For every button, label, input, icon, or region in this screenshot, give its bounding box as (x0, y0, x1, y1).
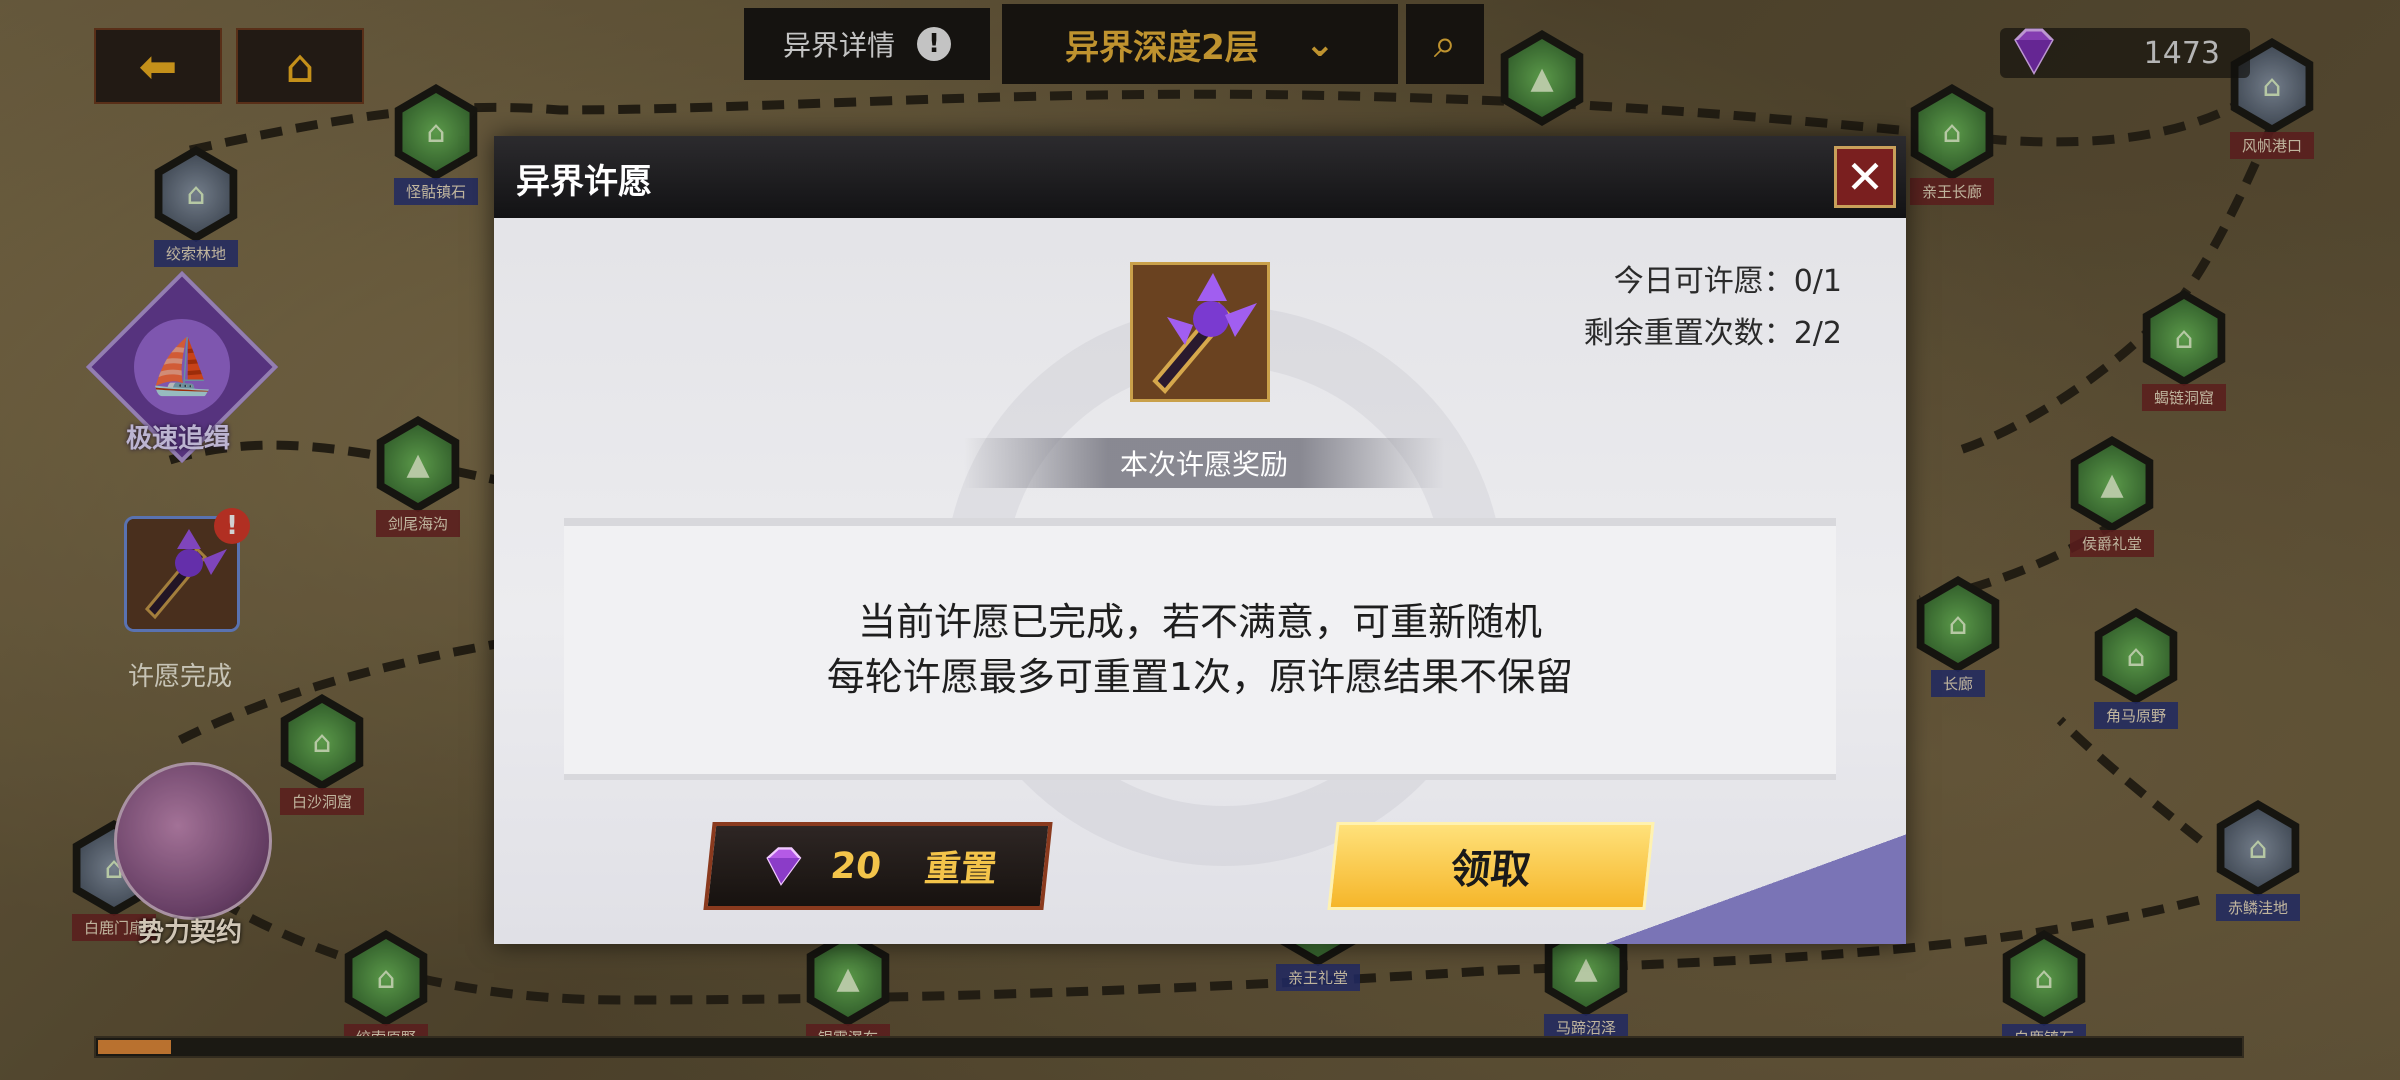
close-icon: ✕ (1845, 150, 1885, 204)
wish-dialog: 异界许愿 ✕ 今日可许愿：0/1 剩余重置次数：2/2 本次许愿奖励 当前许愿已… (494, 136, 1906, 944)
claim-button[interactable]: 领取 (1327, 822, 1655, 910)
dialog-title: 异界许愿 (516, 162, 652, 202)
gem-icon (766, 847, 802, 886)
message-line-2: 每轮许愿最多可重置1次，原许愿结果不保留 (826, 655, 1574, 699)
reward-banner: 本次许愿奖励 (964, 438, 1444, 488)
claim-label: 领取 (1448, 847, 1533, 893)
message-line-1: 当前许愿已完成，若不满意，可重新随机 (857, 599, 1542, 644)
dialog-header: 异界许愿 ✕ (494, 136, 1906, 218)
message-box: 当前许愿已完成，若不满意，可重新随机 每轮许愿最多可重置1次，原许愿结果不保留 (564, 518, 1836, 780)
reset-button[interactable]: 20 重置 (703, 822, 1053, 910)
reset-remaining-count: 剩余重置次数：2/2 (1583, 316, 1842, 351)
daily-wish-count: 今日可许愿：0/1 (1613, 264, 1842, 299)
weapon-icon (1133, 265, 1267, 399)
reward-item[interactable] (1130, 262, 1270, 402)
reward-banner-label: 本次许愿奖励 (1119, 448, 1288, 481)
reset-cost: 20 (828, 845, 884, 887)
close-button[interactable]: ✕ (1834, 146, 1896, 208)
reset-label: 重置 (922, 849, 999, 890)
